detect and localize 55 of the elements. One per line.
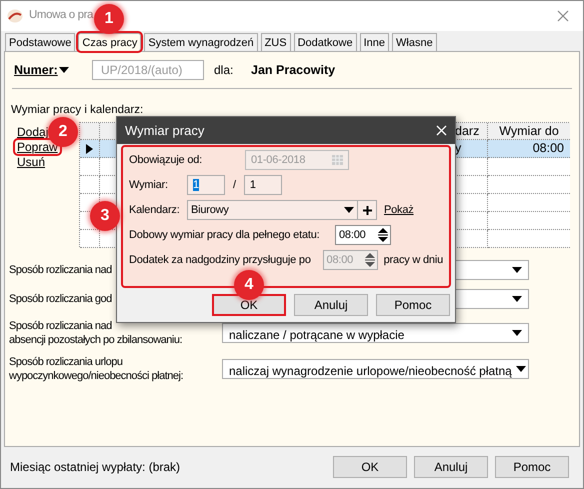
dialog-button[interactable]: Anuluj [294,294,368,316]
field-label: Obowiązuje od: [129,152,204,168]
column-header: Wymiar do [488,123,570,140]
fraction-separator: / [233,178,236,193]
action-link[interactable]: Dodaj [15,125,50,139]
plus-icon [362,206,372,214]
dialog-button[interactable]: OK [212,294,286,316]
column-header: darz [455,123,488,140]
dialog-button[interactable]: Pomoc [376,294,450,316]
footer-button[interactable]: Anuluj [414,456,488,478]
dialog-title: Wymiar pracy [125,122,206,140]
number-dropdown[interactable]: Numer: [14,60,92,80]
table-cell [455,230,488,248]
row-marker-icon [86,144,93,154]
footer-button[interactable]: OK [333,456,407,478]
window-title: Umowa o pra [29,8,93,24]
tab[interactable]: Własne [392,33,437,51]
setting-dropdown[interactable]: naliczane / potrącane w wypłacie [222,323,529,343]
caret-icon [512,266,522,272]
caret-icon [58,67,69,73]
numerator-field[interactable]: 1 [187,175,225,195]
tab[interactable]: Czas pracy [78,33,142,51]
add-button[interactable] [358,200,377,220]
tab[interactable]: Podstawowe [5,33,76,51]
field-label: Kalendarz: [129,202,181,218]
caret-icon [512,330,522,336]
tab[interactable]: ZUS [260,33,291,51]
field-label: Wymiar: [129,178,169,193]
table-cell [455,158,488,176]
tab[interactable]: Dodatkowe [294,33,357,51]
show-link[interactable]: Pokaż [384,202,414,218]
setting-label: Sposób rozliczania urlopu wypoczynkowego/nieobecności płatnej: [9,355,184,383]
setting-dropdown[interactable]: naliczaj wynagrodzenie urlopowe/nieobecność płatną [222,359,529,379]
field-suffix: pracy w dniu [384,252,443,268]
setting-label: Sposób rozliczania nad [9,262,113,276]
caret-icon [516,366,526,372]
table-cell: 08:00 [488,140,570,158]
field-label: Dobowy wymiar pracy dla pełnego etatu: [129,228,321,243]
field-label: Dodatek za nadgodziny przysługuje po [129,252,312,268]
spinner-icon[interactable] [376,226,390,244]
tab[interactable]: System wynagrodzeń [144,33,258,51]
denominator-field[interactable]: 1 [244,175,282,195]
calendar-dropdown[interactable]: Biurowy [187,200,358,220]
for-label: dla: [214,62,234,79]
footer-button[interactable]: Pomoc [495,456,569,478]
setting-label: Sposób rozliczania nad absencji pozostałych po zbilansowaniu: [9,319,184,347]
caret-icon [512,296,522,302]
section-title: Wymiar pracy i kalendarz: [11,103,144,117]
app-logo-icon [7,9,23,23]
tab[interactable]: Inne [360,33,390,51]
setting-label: Sposób rozliczania god [9,292,113,306]
time-spinner[interactable]: 08:00 [335,225,391,245]
last-payment-text: Miesiąc ostatniej wypłaty: (brak) [10,459,182,476]
action-link[interactable]: Usuń [15,155,48,169]
employee-name: Jan Pracowity [251,62,336,79]
